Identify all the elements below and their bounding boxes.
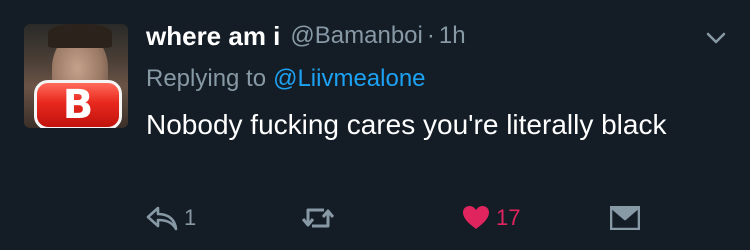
tweet-card[interactable]: B where am i @Bamanboi · 1h Replying to … bbox=[0, 0, 750, 250]
tweet-actions: 1 17 bbox=[0, 200, 750, 236]
header-separator: · bbox=[426, 22, 435, 49]
avatar-badge: B bbox=[34, 80, 122, 128]
retweet-button[interactable] bbox=[300, 200, 342, 236]
envelope-icon bbox=[610, 206, 640, 230]
avatar-hair bbox=[48, 24, 112, 48]
replying-to-line: Replying to @Liivmealone bbox=[146, 62, 426, 96]
avatar[interactable]: B bbox=[24, 24, 128, 128]
reply-button[interactable]: 1 bbox=[146, 200, 196, 236]
direct-message-button[interactable] bbox=[610, 200, 640, 236]
like-button[interactable]: 17 bbox=[462, 200, 520, 236]
reply-icon bbox=[146, 205, 178, 231]
reply-mention-link[interactable]: @Liivmealone bbox=[273, 65, 425, 93]
reply-count: 1 bbox=[184, 205, 197, 230]
retweet-icon bbox=[300, 204, 336, 232]
heart-icon bbox=[462, 205, 490, 231]
replying-to-label: Replying to bbox=[146, 65, 267, 92]
user-handle[interactable]: @Bamanboi bbox=[290, 22, 422, 50]
tweet-text: Nobody fucking cares you're literally bl… bbox=[146, 109, 667, 140]
display-name[interactable]: where am i bbox=[146, 21, 280, 52]
tweet-timestamp[interactable]: 1h bbox=[439, 22, 466, 50]
chevron-down-icon[interactable] bbox=[702, 24, 730, 52]
like-count: 17 bbox=[496, 205, 521, 230]
tweet-header: where am i @Bamanboi · 1h bbox=[146, 18, 466, 54]
